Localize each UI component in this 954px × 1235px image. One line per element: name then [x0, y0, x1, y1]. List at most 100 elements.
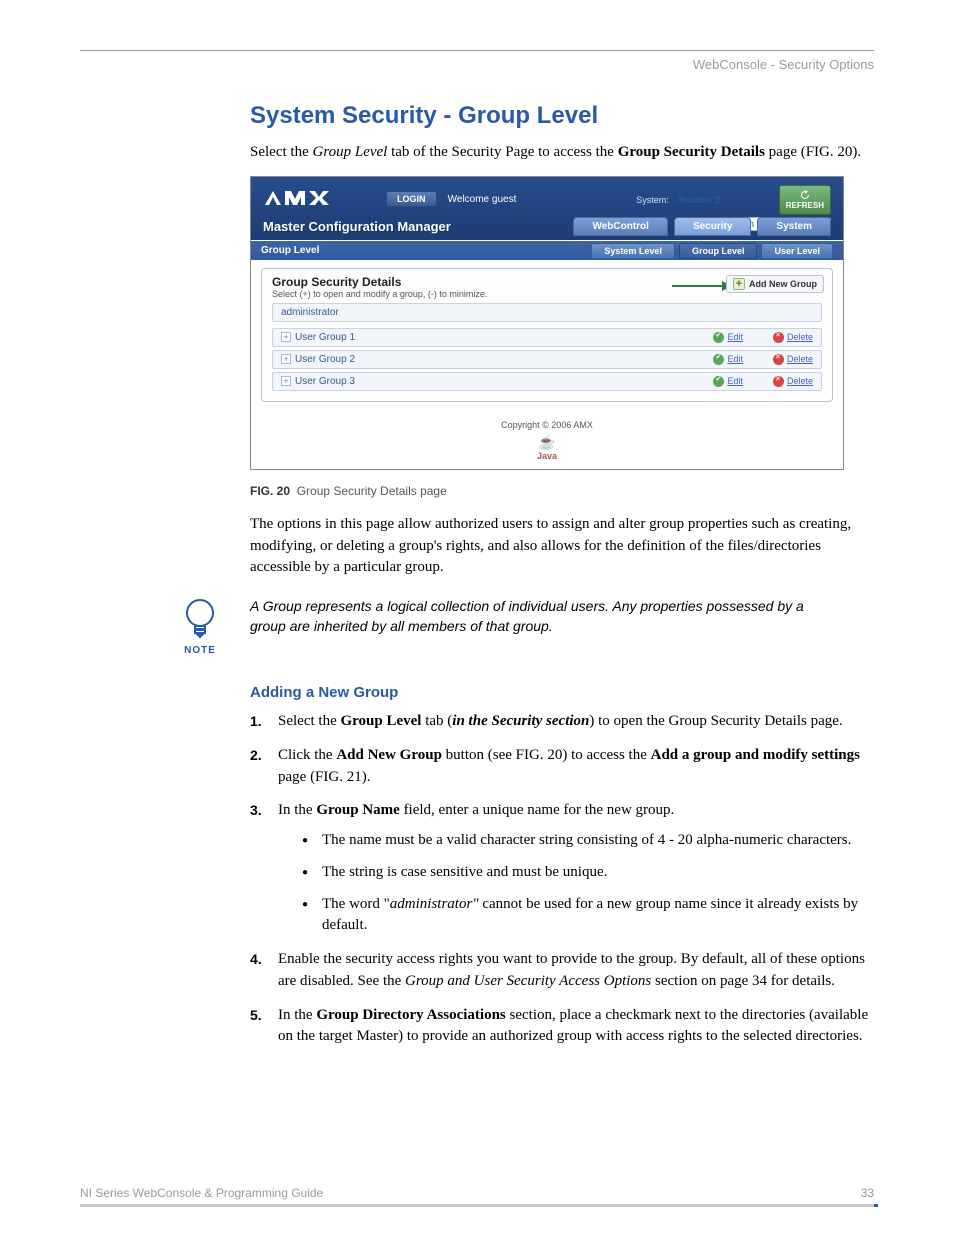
tab-webcontrol[interactable]: WebControl: [573, 217, 667, 236]
text: page (FIG. 20).: [765, 144, 861, 160]
subtab-group-level[interactable]: Group Level: [679, 243, 758, 259]
system-label: System:: [636, 195, 669, 205]
text-bold: Group Security Details: [618, 144, 765, 160]
delete-icon: [773, 354, 784, 365]
text: In the: [278, 802, 316, 818]
page-title: System Security - Group Level: [250, 102, 874, 130]
text-italic: Group Level: [312, 144, 387, 160]
text: ) to open the Group Security Details pag…: [589, 713, 842, 729]
group-name: User Group 1: [295, 332, 683, 343]
steps-list: Select the Group Level tab (in the Secur…: [250, 711, 874, 1048]
text: Select the: [250, 144, 312, 160]
check-icon: [713, 332, 724, 343]
figure-screenshot: LOGIN Welcome guest System: Number 2 REF…: [250, 176, 844, 470]
tab-security[interactable]: Security: [674, 217, 751, 236]
edit-button[interactable]: Edit: [713, 376, 743, 387]
text: Click the: [278, 747, 336, 763]
system-value: Number 2: [673, 194, 773, 206]
text: section on page 34 for details.: [651, 973, 835, 989]
text-italic-bold: in the Security section: [452, 713, 589, 729]
expand-icon[interactable]: +: [281, 354, 291, 364]
group-row[interactable]: + User Group 3 Edit Delete: [272, 372, 822, 391]
delete-label: Delete: [787, 354, 813, 364]
text: tab of the Security Page to access the: [387, 144, 617, 160]
intro-paragraph: Select the Group Level tab of the Securi…: [250, 142, 874, 164]
figure-caption: FIG. 20 Group Security Details page: [250, 484, 874, 498]
text: The word ": [322, 896, 390, 912]
note-text: A Group represents a logical collection …: [250, 597, 874, 636]
text-bold: Add a group and modify settings: [651, 747, 860, 763]
java-label: Java: [251, 451, 843, 461]
tab-system[interactable]: System: [757, 217, 831, 236]
plus-icon: +: [733, 278, 745, 290]
delete-button[interactable]: Delete: [773, 332, 813, 343]
page-footer: NI Series WebConsole & Programming Guide…: [80, 1186, 874, 1207]
app-subtitle: Master Configuration Manager: [263, 219, 451, 234]
edit-label: Edit: [727, 376, 743, 386]
step-item: Enable the security access rights you wa…: [250, 949, 874, 993]
expand-icon[interactable]: +: [281, 376, 291, 386]
edit-label: Edit: [727, 332, 743, 342]
step-item: Click the Add New Group button (see FIG.…: [250, 745, 874, 789]
breadcrumb-bar: Group Level System Level Group Level Use…: [251, 240, 843, 260]
group-row[interactable]: + User Group 1 Edit Delete: [272, 328, 822, 347]
subtab-user-level[interactable]: User Level: [761, 243, 833, 259]
step-item: In the Group Directory Associations sect…: [250, 1005, 874, 1049]
bullet-item: The name must be a valid character strin…: [302, 830, 874, 852]
text-bold: Group Name: [316, 802, 399, 818]
bullet-item: The string is case sensitive and must be…: [302, 862, 874, 884]
text: In the: [278, 1007, 316, 1023]
delete-label: Delete: [787, 376, 813, 386]
delete-button[interactable]: Delete: [773, 376, 813, 387]
group-security-panel: Group Security Details Select (+) to ope…: [261, 268, 833, 402]
text-bold: Add New Group: [336, 747, 442, 763]
text: tab (: [421, 713, 452, 729]
caption-text: Group Security Details page: [297, 484, 447, 498]
login-button[interactable]: LOGIN: [386, 191, 437, 207]
group-name: User Group 2: [295, 354, 683, 365]
java-logo: ☕ Java: [251, 434, 843, 469]
arrow-annotation: [672, 279, 732, 296]
group-row-administrator[interactable]: administrator: [272, 303, 822, 322]
footer-left: NI Series WebConsole & Programming Guide: [80, 1186, 323, 1200]
text-bold: Group Directory Associations: [316, 1007, 505, 1023]
amx-logo: [263, 187, 353, 212]
delete-icon: [773, 332, 784, 343]
text-italic: administrator": [390, 896, 479, 912]
text: field, enter a unique name for the new g…: [400, 802, 674, 818]
check-icon: [713, 354, 724, 365]
text: page (FIG. 21).: [278, 769, 370, 785]
note-label: NOTE: [170, 645, 230, 656]
add-group-label: Add New Group: [749, 279, 817, 289]
text-italic: Group and User Security Access Options: [405, 973, 651, 989]
edit-button[interactable]: Edit: [713, 354, 743, 365]
caption-label: FIG. 20: [250, 484, 290, 498]
text: Select the: [278, 713, 340, 729]
edit-label: Edit: [727, 354, 743, 364]
note-icon: NOTE: [170, 597, 230, 656]
expand-icon[interactable]: +: [281, 332, 291, 342]
text: button (see FIG. 20) to access the: [442, 747, 651, 763]
subtab-system-level[interactable]: System Level: [591, 243, 675, 259]
delete-button[interactable]: Delete: [773, 354, 813, 365]
breadcrumb-label: Group Level: [261, 245, 319, 256]
text-bold: Group Level: [340, 713, 421, 729]
check-icon: [713, 376, 724, 387]
group-name: User Group 3: [295, 376, 683, 387]
add-new-group-button[interactable]: + Add New Group: [726, 275, 824, 293]
refresh-label: REFRESH: [786, 201, 824, 210]
paragraph: The options in this page allow authorize…: [250, 514, 874, 579]
delete-icon: [773, 376, 784, 387]
copyright-text: Copyright © 2006 AMX: [251, 412, 843, 434]
edit-button[interactable]: Edit: [713, 332, 743, 343]
delete-label: Delete: [787, 332, 813, 342]
subsection-title: Adding a New Group: [250, 684, 874, 701]
page-number: 33: [861, 1186, 874, 1200]
group-row[interactable]: + User Group 2 Edit Delete: [272, 350, 822, 369]
welcome-text: Welcome guest: [448, 194, 517, 205]
refresh-button[interactable]: REFRESH: [779, 185, 831, 215]
step-item: Select the Group Level tab (in the Secur…: [250, 711, 874, 733]
bullet-item: The word "administrator" cannot be used …: [302, 894, 874, 938]
header-section: WebConsole - Security Options: [80, 57, 874, 72]
step-item: In the Group Name field, enter a unique …: [250, 800, 874, 937]
